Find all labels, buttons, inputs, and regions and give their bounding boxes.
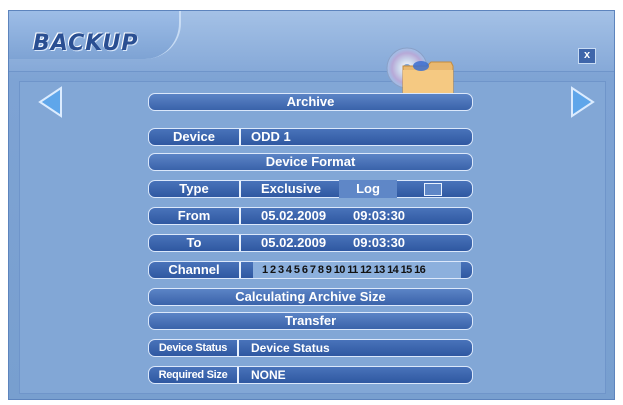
to-date[interactable]: 05.02.2009 — [261, 235, 326, 251]
triangle-left-icon[interactable] — [37, 86, 63, 118]
triangle-right-icon[interactable] — [570, 86, 596, 118]
channel-numbers[interactable]: 1 2 3 4 5 6 7 8 9 10 11 12 13 14 15 16 — [262, 262, 426, 278]
to-row[interactable]: To 05.02.2009 09:03:30 — [148, 234, 473, 252]
close-button[interactable]: x — [578, 48, 596, 64]
transfer-button[interactable]: Transfer — [148, 312, 473, 330]
from-label: From — [149, 208, 241, 224]
device-status-row: Device Status Device Status — [148, 339, 473, 357]
device-value[interactable]: ODD 1 — [251, 129, 291, 145]
to-label: To — [149, 235, 241, 251]
required-size-row: Required Size NONE — [148, 366, 473, 384]
device-format-button[interactable]: Device Format — [148, 153, 473, 171]
calculate-archive-size-button[interactable]: Calculating Archive Size — [148, 288, 473, 306]
type-label: Type — [149, 181, 241, 197]
from-time[interactable]: 09:03:30 — [353, 208, 405, 224]
device-row[interactable]: Device ODD 1 — [148, 128, 473, 146]
device-status-label: Device Status — [149, 340, 239, 356]
window-title: BACKUP — [33, 31, 139, 56]
required-size-label: Required Size — [149, 367, 239, 383]
to-time[interactable]: 09:03:30 — [353, 235, 405, 251]
from-date[interactable]: 05.02.2009 — [261, 208, 326, 224]
channel-label: Channel — [149, 262, 241, 278]
required-size-value: NONE — [251, 368, 286, 382]
type-log-option[interactable]: Log — [339, 180, 397, 198]
type-exclusive-option[interactable]: Exclusive — [261, 181, 321, 197]
device-status-value: Device Status — [251, 341, 330, 355]
from-row[interactable]: From 05.02.2009 09:03:30 — [148, 207, 473, 225]
archive-button[interactable]: Archive — [148, 93, 473, 111]
type-checkbox[interactable] — [424, 183, 442, 196]
device-label: Device — [149, 129, 241, 145]
